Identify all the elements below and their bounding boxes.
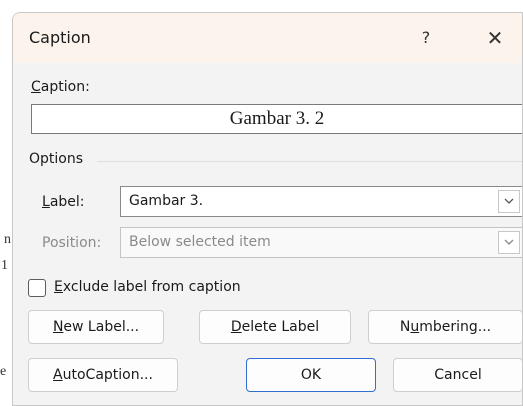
close-button[interactable]: ✕ [475,23,515,53]
autocaption-button[interactable]: AutoCaption... [28,358,178,392]
new-label-button[interactable]: New Label... [28,310,164,344]
exclude-label-text[interactable]: Exclude label from caption [54,279,241,295]
options-divider [97,161,522,162]
dialog-title: Caption [29,28,91,47]
label-field-label: Label: [42,194,85,210]
caption-dialog: Caption ? ✕ Caption: Gambar 3. 2 Options… [12,12,523,406]
numbering-text: mbering... [419,319,492,335]
help-button[interactable]: ? [409,23,443,53]
caption-label-mnemonic: C [31,79,41,95]
numbering-mnemonic: u [410,319,420,335]
label-dropdown-value: Gambar 3. [129,193,204,209]
exclude-text: xclude label from caption [62,279,241,295]
close-icon: ✕ [486,26,504,50]
dialog-titlebar: Caption ? ✕ [13,13,522,63]
caption-label-text: aption: [40,79,90,95]
autocaption-mnemonic: A [53,367,63,383]
options-heading: Options [29,151,84,167]
exclude-label-checkbox[interactable] [28,279,46,297]
background-glyph: e [0,364,7,379]
label-dropdown-arrow[interactable] [498,190,520,213]
background-glyph: n [4,232,11,247]
new-label-mnemonic: N [52,319,64,335]
delete-label-button[interactable]: Delete Label [199,310,351,344]
position-field-label: Position: [42,235,102,251]
label-field-mnemonic: L [42,194,50,210]
caption-label: Caption: [31,79,90,95]
numbering-button[interactable]: Numbering... [368,310,522,344]
background-glyph: 1 [1,258,8,273]
delete-label-text: elete Label [241,319,320,335]
autocaption-text: utoCaption... [62,367,153,383]
background-document: n 1 e [0,0,12,406]
label-field-text: abel: [49,194,85,210]
position-dropdown-value: Below selected item [129,234,271,250]
numbering-text-pre: N [399,319,411,335]
chevron-down-icon [504,239,514,245]
chevron-down-icon [504,198,514,204]
ok-button[interactable]: OK [246,358,376,392]
new-label-text: ew Label... [63,319,140,335]
label-dropdown[interactable]: Gambar 3. [120,186,522,217]
delete-label-mnemonic: D [230,319,242,335]
cancel-button[interactable]: Cancel [393,358,522,392]
caption-input[interactable]: Gambar 3. 2 [31,104,522,134]
position-dropdown-arrow [498,231,520,254]
position-dropdown: Below selected item [120,227,522,258]
exclude-mnemonic: E [54,279,63,295]
